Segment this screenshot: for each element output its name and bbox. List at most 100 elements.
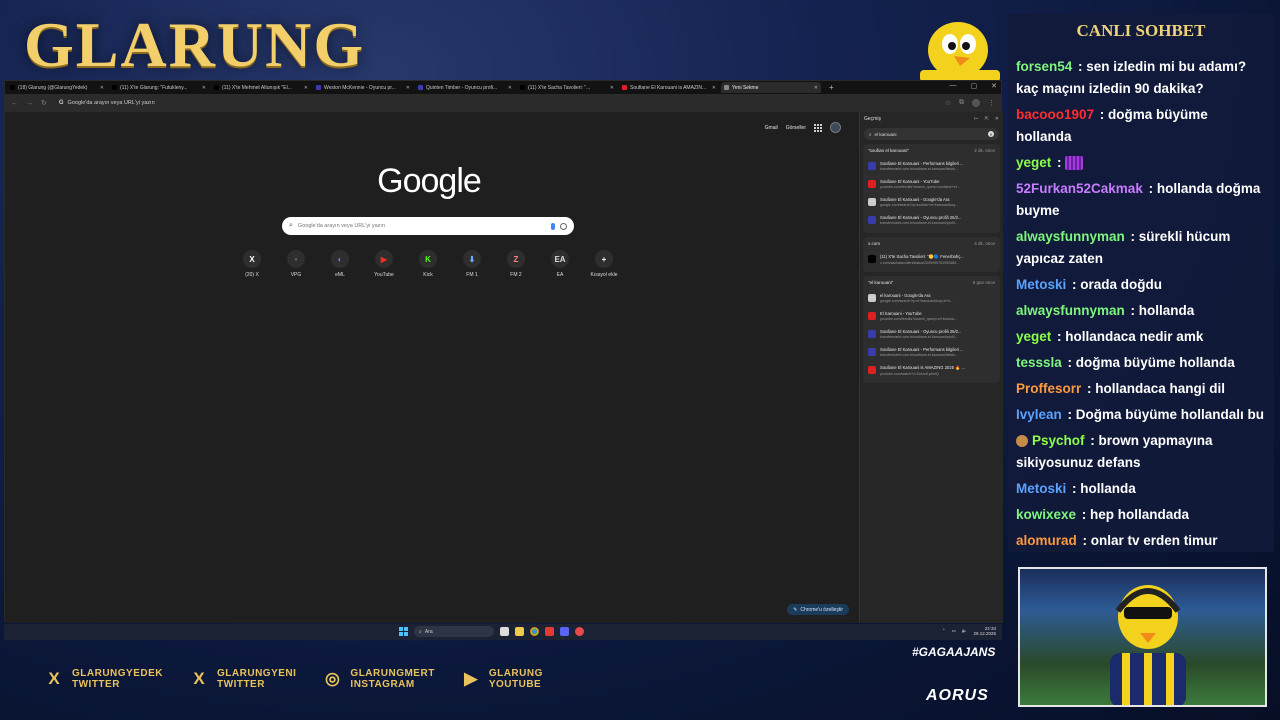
chat-username[interactable]: alomurad <box>1016 533 1077 548</box>
file-explorer-icon[interactable] <box>515 627 524 636</box>
tab-close-icon[interactable]: ✕ <box>610 85 614 91</box>
chat-username[interactable]: kowixexe <box>1016 507 1076 522</box>
tab-close-icon[interactable]: ✕ <box>100 85 104 91</box>
history-item-url: transfermarkt.com.tr/soufiane-el-karouan… <box>880 335 958 339</box>
tab-close-icon[interactable]: ✕ <box>304 85 308 91</box>
shortcut-tile[interactable]: X (20) X <box>230 250 274 278</box>
lens-icon[interactable] <box>560 222 567 230</box>
browser-tab[interactable]: (11) X'te Sacha Tavolieri: "... ✕ <box>517 82 617 93</box>
browser-tab[interactable]: Soufiane El Karouani is AMAZIN... ✕ <box>619 82 719 93</box>
minimize-icon[interactable]: — <box>950 82 957 90</box>
windows-start-icon[interactable] <box>399 627 408 636</box>
tab-label: (11) X'te Glarung: "Futukleny... <box>120 84 188 91</box>
discord-icon[interactable] <box>560 627 569 636</box>
browser-tab[interactable]: (11) X'te Mehmet Altunışık "El... ✕ <box>211 82 311 93</box>
browser-tab[interactable]: Quinten Timber - Oyuncu profi... ✕ <box>415 82 515 93</box>
volume-icon[interactable]: 🔈 <box>962 628 968 634</box>
shortcut-tile[interactable]: ⬇ FM 1 <box>450 250 494 278</box>
shortcut-tile[interactable]: • VPG <box>274 250 318 278</box>
apps-grid-icon[interactable] <box>814 123 822 132</box>
customize-chrome-button[interactable]: ✎ Chrome'u özelleştir <box>787 604 849 615</box>
history-item[interactable]: Soufiane El Karouani - Oyuncu profili 25… <box>866 325 997 343</box>
chat-username[interactable]: 52Furkan52Cakmak <box>1016 181 1143 196</box>
history-group-title[interactable]: "el karouani" <box>868 280 893 285</box>
tab-label: Weston McKennie - Oyuncu pr... <box>324 84 396 91</box>
chat-username[interactable]: Metoski <box>1016 481 1066 496</box>
close-icon[interactable]: ✕ <box>991 82 997 90</box>
shortcut-icon: • <box>287 250 305 268</box>
history-item[interactable]: El Karouani - YouTube youtube.com/results… <box>866 307 997 325</box>
pin-icon[interactable]: ⊢ <box>974 116 978 122</box>
app-red-icon[interactable] <box>545 627 554 636</box>
menu-icon[interactable]: ⋮ <box>988 99 995 107</box>
tab-close-icon[interactable]: ✕ <box>712 85 716 91</box>
chat-username[interactable]: bacooo1907 <box>1016 107 1094 122</box>
reload-icon[interactable]: ↻ <box>41 99 47 107</box>
clear-search-icon[interactable]: ✕ <box>988 131 994 137</box>
tab-close-icon[interactable]: ✕ <box>202 85 206 91</box>
task-view-icon[interactable] <box>500 627 509 636</box>
browser-tab[interactable]: (18) Glarung (@GlarungYedek) ✕ <box>7 82 107 93</box>
chat-username[interactable]: yeget <box>1016 329 1051 344</box>
chat-username[interactable]: Metoski <box>1016 277 1066 292</box>
chat-username[interactable]: forsen54 <box>1016 59 1072 74</box>
tab-close-icon[interactable]: ✕ <box>508 85 512 91</box>
tab-close-icon[interactable]: ✕ <box>814 85 818 91</box>
shortcut-tile[interactable]: ◐ eML <box>318 250 362 278</box>
tab-strip: (18) Glarung (@GlarungYedek) ✕ (11) X'te G… <box>5 81 1001 94</box>
history-group-title[interactable]: "soufian el karouani" <box>868 148 909 153</box>
maximize-icon[interactable]: ▢ <box>971 82 978 90</box>
history-item[interactable]: Soufiane El Karouani - YouTube youtube.co… <box>866 175 997 193</box>
history-item[interactable]: Soufiane El Karouani - Performans bilgil… <box>866 343 997 361</box>
shortcut-tile[interactable]: + Kısayol ekle <box>582 250 626 278</box>
shortcut-tile[interactable]: Z FM 2 <box>494 250 538 278</box>
chat-username[interactable]: alwaysfunnyman <box>1016 303 1125 318</box>
back-icon[interactable]: ← <box>11 100 18 107</box>
history-group-title[interactable]: x.com <box>868 241 880 246</box>
taskbar-search[interactable]: ⌕ Ara <box>414 626 494 637</box>
chat-username[interactable]: tesssla <box>1016 355 1062 370</box>
history-item[interactable]: Soufiane El Karouani is AMAZING 2025 🔥 .… <box>866 361 997 379</box>
chat-username[interactable]: yeget <box>1016 155 1051 170</box>
new-tab-button[interactable]: + <box>823 83 840 92</box>
shortcut-tile[interactable]: EA EA <box>538 250 582 278</box>
history-item[interactable]: Soufiane El Karouani - Google'da Ara goog… <box>866 193 997 211</box>
forward-icon[interactable]: → <box>26 100 33 107</box>
browser-tab[interactable]: Weston McKennie - Oyuncu pr... ✕ <box>313 82 413 93</box>
chat-username[interactable]: Ivylean <box>1016 407 1062 422</box>
tab-close-icon[interactable]: ✕ <box>406 85 410 91</box>
avatar[interactable] <box>830 122 841 133</box>
clock[interactable]: 22:33 29.12.2025 <box>973 626 996 636</box>
images-link[interactable]: Görseller <box>786 125 806 131</box>
history-item[interactable]: (11) X'te Sacha Tavolieri: "🟡🔵 Fenerbahç… <box>866 250 997 268</box>
browser-tab[interactable]: (11) X'te Glarung: "Futukleny... ✕ <box>109 82 209 93</box>
history-item[interactable]: el karouani - Google'da Ara google.com/se… <box>866 289 997 307</box>
site-favicon-icon <box>868 162 876 170</box>
app-green-icon[interactable] <box>575 627 584 636</box>
chevron-up-icon[interactable]: ⌃ <box>942 628 946 634</box>
extensions-icon[interactable]: ⧉ <box>959 99 964 107</box>
browser-tab[interactable]: Yeni Sekme ✕ <box>721 82 821 93</box>
chat-username[interactable]: Psychof <box>1032 433 1085 448</box>
omnibox[interactable]: G Google'da arayın veya URL'yi yazın <box>55 97 937 109</box>
profile-icon[interactable] <box>972 99 980 107</box>
bookmark-star-icon[interactable]: ☆ <box>945 99 951 107</box>
network-icon[interactable]: ▭ <box>952 628 956 634</box>
chat-username[interactable]: Proffesorr <box>1016 381 1081 396</box>
microphone-icon[interactable] <box>551 222 555 230</box>
shortcut-label: YouTube <box>374 272 394 278</box>
chat-username[interactable]: alwaysfunnyman <box>1016 229 1125 244</box>
pencil-icon: ✎ <box>793 606 798 613</box>
shortcut-tile[interactable]: K Kick <box>406 250 450 278</box>
history-item[interactable]: Soufiane El Karouani - Oyuncu profili 25… <box>866 211 997 229</box>
gmail-link[interactable]: Gmail <box>765 125 778 131</box>
chat-message: alwaysfunnyman : sürekli hücum yapıcaz z… <box>1016 226 1266 270</box>
history-item[interactable]: Soufiane El Karouani - Performans bilgil… <box>866 157 997 175</box>
history-search-input[interactable]: ⌕ el karouani ✕ <box>864 128 999 140</box>
tab-favicon-icon <box>316 85 321 90</box>
chrome-icon[interactable] <box>530 627 539 636</box>
open-external-icon[interactable]: ⇱ <box>985 116 989 122</box>
close-panel-icon[interactable]: ✕ <box>995 116 999 122</box>
search-box[interactable]: ⌕ Google'da arayın veya URL'yi yazın <box>282 217 574 235</box>
shortcut-tile[interactable]: ▶ YouTube <box>362 250 406 278</box>
